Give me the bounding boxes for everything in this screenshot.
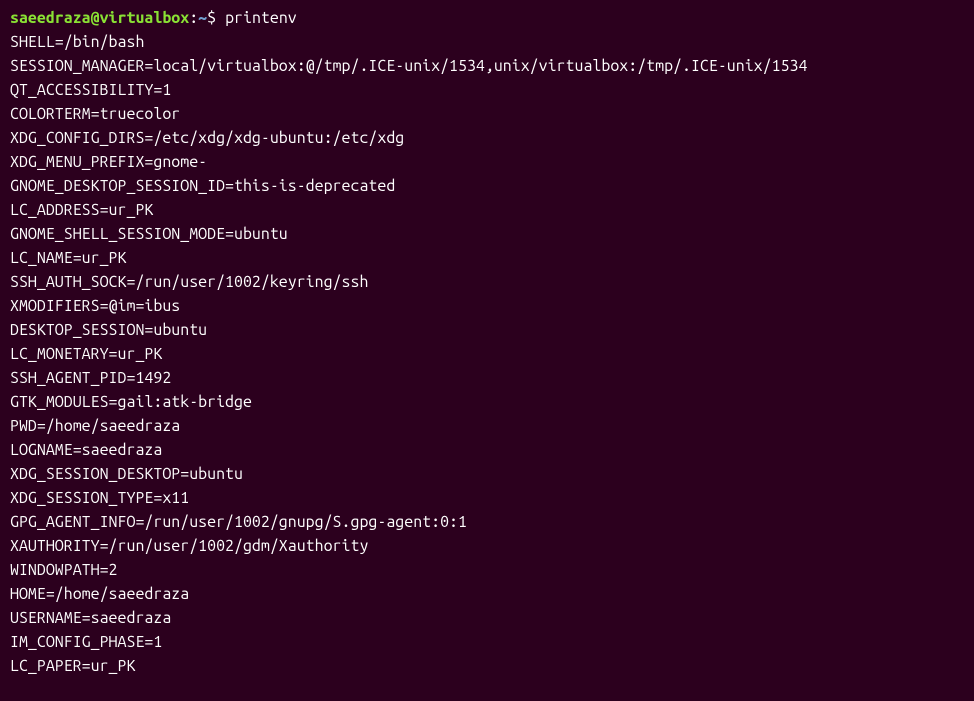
env-output-line: USERNAME=saeedraza [10,606,964,630]
env-output-line: HOME=/home/saeedraza [10,582,964,606]
env-output-line: XMODIFIERS=@im=ibus [10,294,964,318]
env-output-line: LC_NAME=ur_PK [10,246,964,270]
env-output-line: LC_ADDRESS=ur_PK [10,198,964,222]
env-output-line: WINDOWPATH=2 [10,558,964,582]
command-text: printenv [225,9,297,27]
env-output-line: XDG_SESSION_TYPE=x11 [10,486,964,510]
prompt-symbol: $ [207,9,225,27]
env-output-line: SSH_AGENT_PID=1492 [10,366,964,390]
prompt-separator: : [189,9,198,27]
env-output-line: DESKTOP_SESSION=ubuntu [10,318,964,342]
env-output-line: XDG_SESSION_DESKTOP=ubuntu [10,462,964,486]
env-output-line: GNOME_DESKTOP_SESSION_ID=this-is-depreca… [10,174,964,198]
env-output-line: XAUTHORITY=/run/user/1002/gdm/Xauthority [10,534,964,558]
env-output-line: PWD=/home/saeedraza [10,414,964,438]
prompt-user-host: saeedraza@virtualbox [10,9,189,27]
env-output-line: LC_PAPER=ur_PK [10,654,964,678]
prompt-line[interactable]: saeedraza@virtualbox:~$ printenv [10,6,964,30]
env-output-line: GPG_AGENT_INFO=/run/user/1002/gnupg/S.gp… [10,510,964,534]
env-output-line: XDG_CONFIG_DIRS=/etc/xdg/xdg-ubuntu:/etc… [10,126,964,150]
env-output-line: GNOME_SHELL_SESSION_MODE=ubuntu [10,222,964,246]
env-output-line: GTK_MODULES=gail:atk-bridge [10,390,964,414]
output-container: SHELL=/bin/bashSESSION_MANAGER=local/vir… [10,30,964,678]
env-output-line: IM_CONFIG_PHASE=1 [10,630,964,654]
env-output-line: LC_MONETARY=ur_PK [10,342,964,366]
env-output-line: SESSION_MANAGER=local/virtualbox:@/tmp/.… [10,54,964,78]
env-output-line: LOGNAME=saeedraza [10,438,964,462]
env-output-line: SHELL=/bin/bash [10,30,964,54]
prompt-path: ~ [198,9,207,27]
env-output-line: XDG_MENU_PREFIX=gnome- [10,150,964,174]
env-output-line: COLORTERM=truecolor [10,102,964,126]
env-output-line: QT_ACCESSIBILITY=1 [10,78,964,102]
env-output-line: SSH_AUTH_SOCK=/run/user/1002/keyring/ssh [10,270,964,294]
